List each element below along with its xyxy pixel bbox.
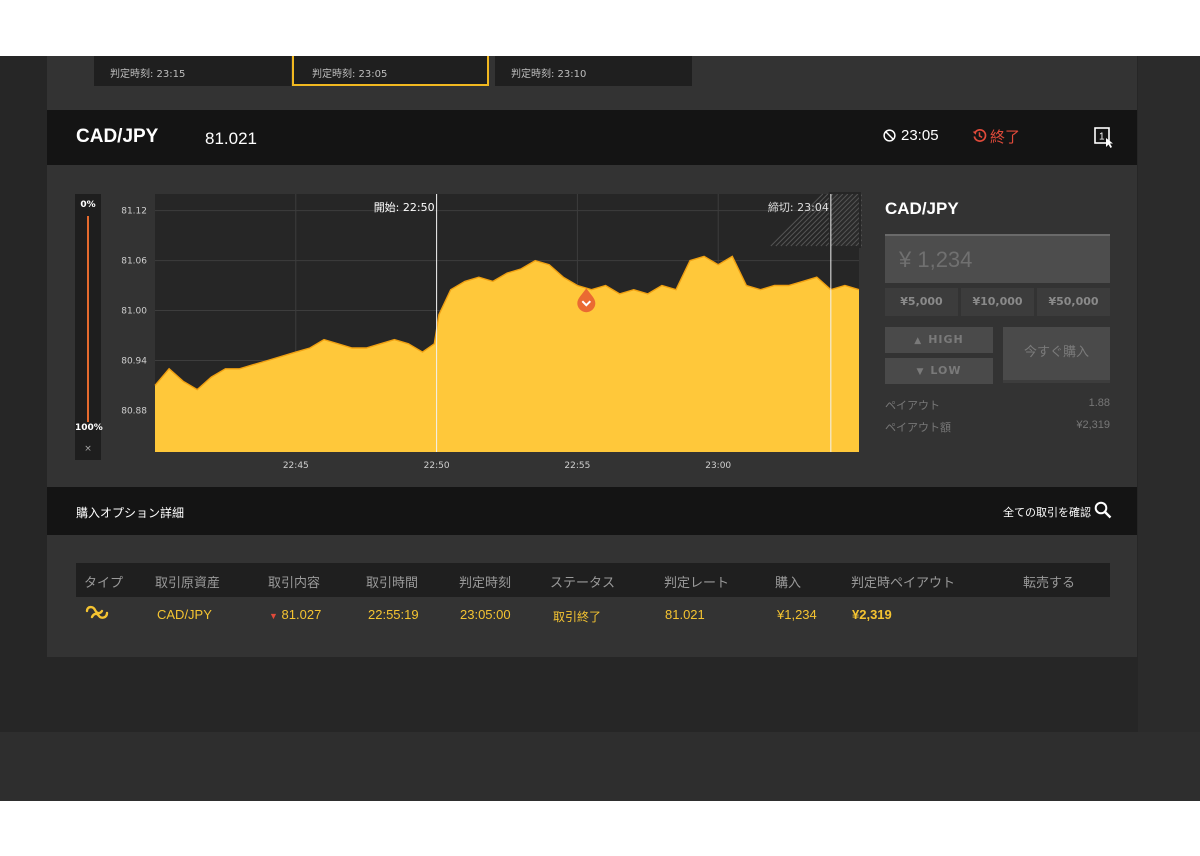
high-button-label: HIGH [928,333,964,346]
preset-10000-button[interactable]: ¥10,000 [961,288,1034,316]
details-title: 購入オプション詳細 [76,506,185,520]
col-judge-rate: 判定レート [664,576,730,591]
y-tick-label: 80.94 [121,356,147,366]
price-chart: 81.12 81.06 81.00 80.94 80.88 22:45 22:50 22:5… [121,192,862,471]
high-button[interactable]: ▲ HIGH [885,327,993,353]
table-row[interactable]: CAD/JPY ▼ 81.027 22:55:19 23:05:00 取引終了 … [76,597,1110,633]
cell-judge-rate: 81.021 [665,607,705,622]
deadline-time-label: 締切: 23:04 [768,200,829,214]
amount-input[interactable]: ¥ 1,234 [885,234,1110,283]
round-status: 終了 [990,128,1021,146]
search-icon[interactable] [1094,501,1112,519]
x-tick-label: 22:50 [424,461,450,471]
option-card-2310[interactable]: 判定時刻: 23:10 [495,56,692,86]
payout-value: 1.88 [1088,397,1110,409]
buy-now-button[interactable]: 今すぐ購入 [1003,327,1110,383]
asset-pair-title: CAD/JPY [76,126,159,147]
svg-text:1: 1 [1099,132,1105,143]
start-time-label: 開始: 22:50 [374,200,435,214]
low-button[interactable]: ▼ LOW [885,358,993,384]
low-button-label: LOW [930,364,962,377]
option-card-2315[interactable]: 判定時刻: 23:15 [94,56,291,86]
preset-50000-button[interactable]: ¥50,000 [1037,288,1110,316]
col-purchase: 購入 [775,576,802,591]
amount-value: ¥ 1,234 [899,247,973,272]
view-all-trades-link[interactable]: 全ての取引を確認 [1003,504,1091,520]
slider-track[interactable] [87,216,89,422]
payout-amount-value: ¥2,319 [1076,419,1110,431]
history-icon [972,129,987,142]
up-arrow-icon: ▲ [914,336,923,346]
current-price: 81.021 [205,129,257,148]
col-judge-time: 判定時刻 [459,576,512,591]
outer-right-gutter [1138,56,1200,801]
col-status: ステータス [550,576,616,591]
cell-asset: CAD/JPY [157,607,212,622]
option-card-judge-time: 判定時刻: 23:15 [110,69,186,80]
col-trade-time: 取引時間 [366,576,419,591]
option-card-2305-selected[interactable]: 判定時刻: 23:05 [292,56,489,86]
y-tick-label: 81.12 [121,207,147,217]
x-tick-label: 22:45 [283,461,309,471]
chart-x-ticks: 22:45 22:50 22:55 23:00 [283,461,732,471]
cell-judge-time: 23:05:00 [460,607,511,622]
option-card-judge-time: 判定時刻: 23:10 [511,69,587,80]
payout-amount-label: ペイアウト額 [885,421,951,434]
cell-content-rate: 81.027 [281,607,322,622]
option-card-judge-time: 判定時刻: 23:05 [312,69,388,80]
col-type: タイプ [84,576,124,591]
down-direction-icon: ▼ [269,611,278,621]
lower-band [0,732,1200,801]
y-tick-label: 80.88 [121,406,147,416]
high-low-type-icon [85,605,109,619]
col-resell: 転売する [1023,576,1076,591]
amount-ratio-slider[interactable]: 0% 100% × [75,194,103,460]
trade-panel: 判定時刻: 23:15 判定時刻: 23:05 判定時刻: 23:10 CAD/… [47,56,1137,657]
col-asset: 取引原資産 [155,576,221,591]
cell-content: ▼ 81.027 [269,607,321,622]
cell-trade-time: 22:55:19 [368,607,419,622]
slider-close-icon[interactable]: × [75,444,101,454]
x-tick-label: 22:55 [564,461,590,471]
cell-purchase: ¥1,234 [777,607,817,622]
trades-table-header: タイプ 取引原資産 取引内容 取引時間 判定時刻 ステータス 判定レート 購入 … [76,563,1110,597]
asset-header: CAD/JPY 81.021 23:05 終了 1 [47,110,1137,165]
y-tick-label: 81.06 [121,257,147,267]
purchase-details-header: 購入オプション詳細 全ての取引を確認 [47,487,1137,535]
cell-status: 取引終了 [553,610,602,624]
chart-y-ticks: 81.12 81.06 81.00 80.94 80.88 [121,207,147,417]
preset-5000-button[interactable]: ¥5,000 [885,288,958,316]
trade-pair-title: CAD/JPY [885,199,959,218]
y-tick-label: 81.00 [121,307,147,317]
app-screen: 判定時刻: 23:15 判定時刻: 23:05 判定時刻: 23:10 CAD/… [0,56,1200,801]
slider-top-label: 0% [80,200,96,210]
expiry-time: 23:05 [901,127,939,144]
payout-label: ペイアウト [885,399,940,412]
one-click-trade-icon[interactable]: 1 [1093,126,1115,148]
slider-bottom-label: 100% [75,423,103,433]
closed-clock-icon [883,129,896,142]
col-payout: 判定時ペイアウト [851,576,956,591]
col-content: 取引内容 [268,576,321,591]
cell-payout: ¥2,319 [852,607,892,622]
down-arrow-icon: ▼ [916,367,925,377]
x-tick-label: 23:00 [705,461,731,471]
